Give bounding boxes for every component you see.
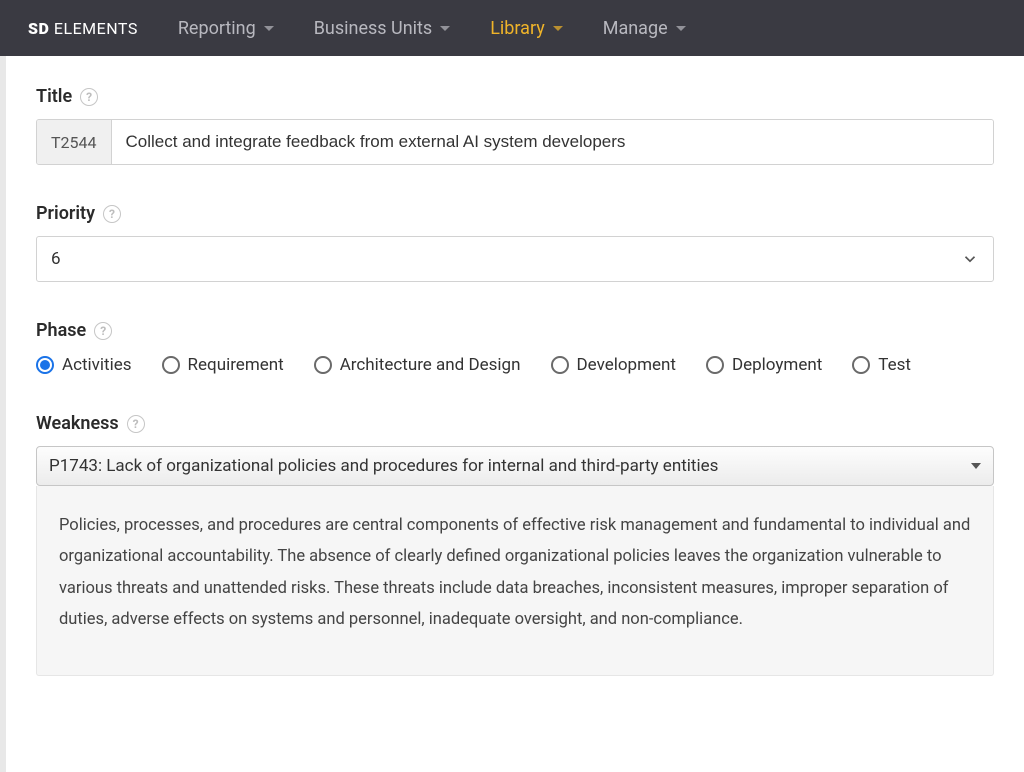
caret-down-icon bbox=[553, 26, 563, 31]
caret-down-icon bbox=[676, 26, 686, 31]
radio-icon bbox=[36, 356, 54, 374]
radio-label: Activities bbox=[62, 355, 132, 375]
field-weakness: Weakness ? P1743: Lack of organizational… bbox=[36, 413, 994, 676]
help-icon[interactable]: ? bbox=[80, 88, 98, 106]
radio-label: Development bbox=[577, 355, 676, 375]
phase-radio-activities[interactable]: Activities bbox=[36, 355, 132, 375]
radio-icon bbox=[551, 356, 569, 374]
nav-item-manage[interactable]: Manage bbox=[603, 18, 686, 39]
weakness-select[interactable]: P1743: Lack of organizational policies a… bbox=[36, 446, 994, 486]
help-icon[interactable]: ? bbox=[103, 205, 121, 223]
chevron-down-icon bbox=[961, 250, 979, 268]
title-id: T2544 bbox=[37, 120, 112, 164]
nav-item-label: Reporting bbox=[178, 18, 256, 39]
priority-select[interactable]: 6 bbox=[36, 236, 994, 282]
nav-item-business-units[interactable]: Business Units bbox=[314, 18, 451, 39]
radio-icon bbox=[706, 356, 724, 374]
caret-down-icon bbox=[971, 463, 981, 469]
title-input[interactable] bbox=[112, 120, 993, 164]
radio-label: Deployment bbox=[732, 355, 822, 375]
radio-label: Test bbox=[878, 355, 911, 375]
phase-radio-requirement[interactable]: Requirement bbox=[162, 355, 284, 375]
phase-radio-architecture-and-design[interactable]: Architecture and Design bbox=[314, 355, 521, 375]
caret-down-icon bbox=[440, 26, 450, 31]
title-label: Title bbox=[36, 86, 72, 107]
radio-label: Architecture and Design bbox=[340, 355, 521, 375]
phase-radio-test[interactable]: Test bbox=[852, 355, 911, 375]
nav-item-reporting[interactable]: Reporting bbox=[178, 18, 274, 39]
top-nav: SD ELEMENTS Reporting Business Units Libra… bbox=[0, 0, 1024, 56]
weakness-label: Weakness bbox=[36, 413, 119, 434]
nav-item-label: Library bbox=[490, 18, 545, 39]
nav-item-label: Manage bbox=[603, 18, 668, 39]
radio-icon bbox=[314, 356, 332, 374]
phase-label: Phase bbox=[36, 320, 86, 341]
phase-radio-deployment[interactable]: Deployment bbox=[706, 355, 822, 375]
page-body: Title ? T2544 Priority ? 6 bbox=[0, 56, 1024, 772]
help-icon[interactable]: ? bbox=[127, 415, 145, 433]
weakness-value: P1743: Lack of organizational policies a… bbox=[49, 456, 971, 476]
radio-icon bbox=[162, 356, 180, 374]
help-icon[interactable]: ? bbox=[94, 322, 112, 340]
priority-label: Priority bbox=[36, 203, 95, 224]
field-priority: Priority ? 6 bbox=[36, 203, 994, 282]
weakness-description: Policies, processes, and procedures are … bbox=[36, 486, 994, 676]
radio-icon bbox=[852, 356, 870, 374]
brand-logo: SD ELEMENTS bbox=[28, 19, 138, 38]
field-phase: Phase ? Activities Requirement Architectur… bbox=[36, 320, 994, 375]
brand-left: SD bbox=[28, 19, 49, 38]
nav-item-label: Business Units bbox=[314, 18, 433, 39]
field-title: Title ? T2544 bbox=[36, 86, 994, 165]
phase-radio-development[interactable]: Development bbox=[551, 355, 676, 375]
brand-right: ELEMENTS bbox=[54, 19, 138, 38]
nav-item-library[interactable]: Library bbox=[490, 18, 563, 39]
caret-down-icon bbox=[264, 26, 274, 31]
priority-value: 6 bbox=[51, 249, 961, 269]
radio-label: Requirement bbox=[188, 355, 284, 375]
